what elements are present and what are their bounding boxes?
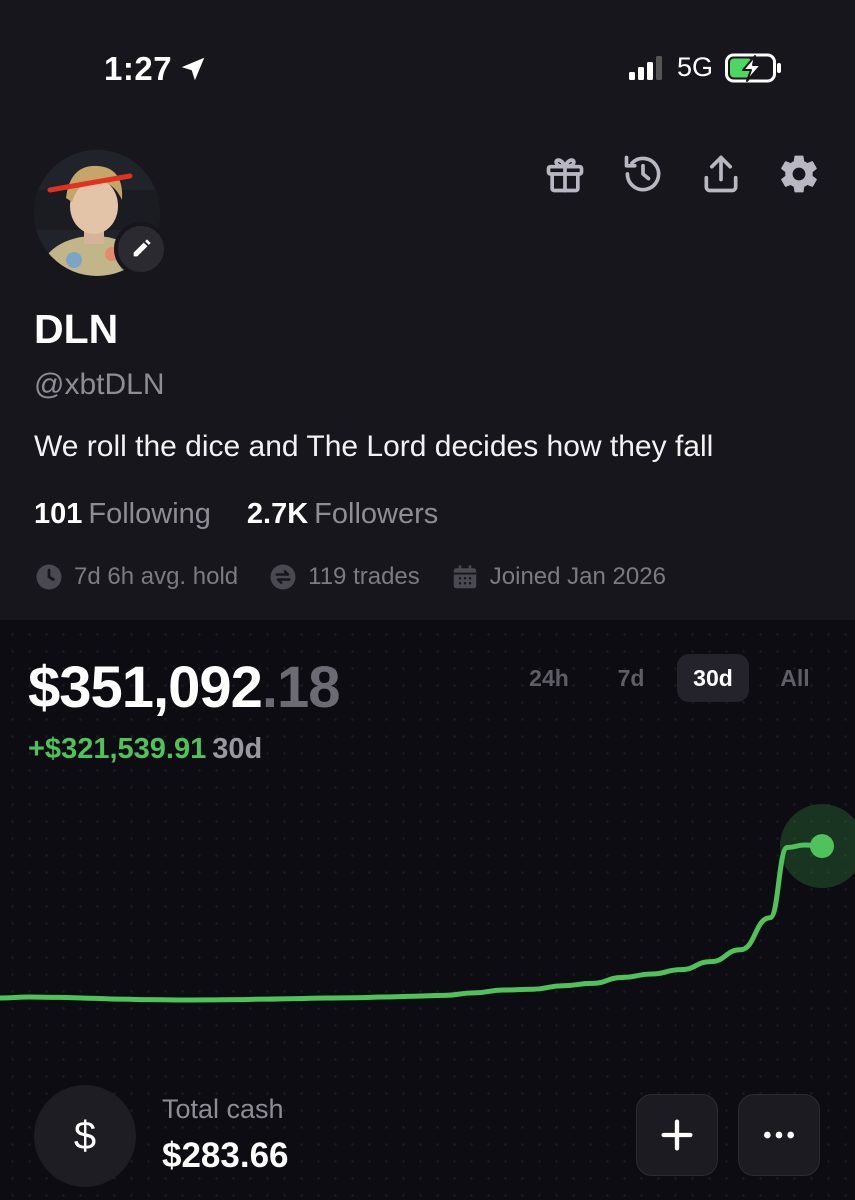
history-button[interactable]	[617, 148, 669, 200]
settings-icon	[781, 155, 817, 193]
portfolio-balance: $351,092.18	[28, 654, 341, 721]
cash-label: Total cash	[162, 1094, 284, 1124]
plus-icon	[661, 1119, 693, 1151]
profile-header: 1:27 5G DLN @xbtDLN We roll the dice and…	[0, 0, 855, 620]
pnl-chart[interactable]	[0, 800, 855, 1060]
range-tab-24h[interactable]: 24h	[513, 654, 585, 702]
display-name: DLN	[34, 306, 119, 352]
battery-charging-icon	[725, 53, 781, 82]
following-count: 101	[34, 498, 83, 530]
more-button[interactable]	[738, 1094, 820, 1176]
header-actions	[539, 148, 825, 200]
user-handle: @xbtDLN	[34, 368, 165, 401]
avg-hold: 7d 6h avg. hold	[34, 562, 238, 592]
gift-button[interactable]	[539, 148, 591, 200]
signal-bars-icon	[628, 55, 662, 80]
network-label: 5G	[676, 52, 713, 82]
add-button[interactable]	[636, 1094, 718, 1176]
cash-value: $283.66	[162, 1136, 289, 1175]
balance-cents: .18	[261, 655, 341, 720]
followers-link[interactable]: 2.7K Followers	[247, 498, 438, 531]
followers-count: 2.7K	[246, 498, 309, 530]
trades-text: 119 trades	[308, 563, 420, 590]
user-bio: We roll the dice and The Lord decides ho…	[34, 430, 714, 463]
location-arrow-icon	[181, 57, 205, 81]
settings-button[interactable]	[773, 148, 825, 200]
profile-meta: 7d 6h avg. hold 119 trades Joined Jan 20…	[34, 562, 666, 592]
pnl-period: 30d	[212, 733, 263, 765]
share-icon	[704, 155, 738, 193]
swap-icon	[270, 564, 296, 590]
cash-icon: $	[34, 1085, 136, 1187]
pnl-amount: +$321,539.91	[28, 733, 207, 765]
range-tab-30d[interactable]: 30d	[677, 654, 749, 702]
balance-main: $351,092	[28, 655, 263, 720]
range-selector: 24h 7d 30d All	[513, 654, 831, 702]
calendar-icon	[453, 565, 477, 589]
status-indicators: 5G	[628, 52, 783, 83]
range-tab-all[interactable]: All	[759, 654, 831, 702]
gift-icon	[546, 158, 584, 193]
avg-hold-text: 7d 6h avg. hold	[74, 563, 239, 590]
followers-label: Followers	[314, 498, 439, 530]
more-horizontal-icon	[764, 1131, 794, 1139]
chart-series-line	[0, 842, 825, 1003]
share-button[interactable]	[695, 148, 747, 200]
follow-stats: 101 Following 2.7K Followers	[34, 498, 438, 531]
edit-avatar-button[interactable]	[114, 222, 168, 276]
joined-date: Joined Jan 2026	[450, 562, 666, 592]
following-link[interactable]: 101 Following	[34, 498, 211, 531]
history-icon	[624, 155, 661, 192]
joined-text: Joined Jan 2026	[489, 563, 666, 590]
status-time: 1:27	[104, 50, 208, 88]
chart-endpoint-dot	[810, 834, 834, 859]
range-tab-7d[interactable]: 7d	[595, 654, 667, 702]
clock-icon	[36, 564, 62, 590]
pencil-icon	[133, 239, 151, 257]
pnl-change: +$321,539.91 30d	[28, 733, 262, 766]
trades-count: 119 trades	[268, 562, 420, 592]
following-label: Following	[88, 498, 211, 530]
